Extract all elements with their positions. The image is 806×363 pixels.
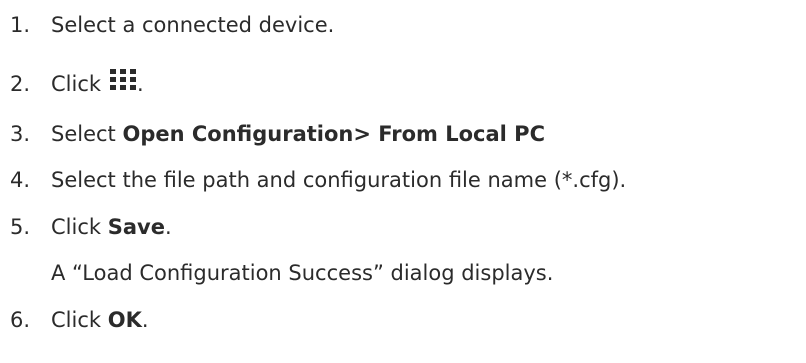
step-suffix: . [141, 308, 149, 332]
step-number: 1. [10, 13, 31, 37]
step-3: 3. Select Open Configuration> From Local… [10, 119, 545, 149]
menu-path-label: Open Configuration> From Local PC [122, 122, 545, 146]
step-suffix: . [164, 215, 172, 239]
step-prefix: Click [51, 72, 102, 96]
step-prefix: Select [51, 122, 116, 146]
step-prefix: Click [51, 215, 102, 239]
step-1: 1. Select a connected device. [10, 10, 334, 40]
step-text: Select a connected device. [51, 13, 335, 37]
step-number: 5. [10, 215, 31, 239]
step-text: Click Save. [51, 215, 172, 239]
grid-menu-icon [109, 68, 137, 90]
step-5: 5. Click Save. [10, 212, 172, 242]
step-suffix: . [137, 72, 144, 96]
step-number: 2. [10, 72, 31, 96]
step-prefix: Click [51, 308, 102, 332]
step-6: 6. Click OK. [10, 305, 149, 335]
step-text: Select Open Configuration> From Local PC [51, 122, 545, 146]
step-number: 4. [10, 168, 31, 192]
step-4: 4. Select the file path and configuratio… [10, 165, 626, 195]
step-number: 3. [10, 122, 31, 146]
step-text: Click OK. [51, 308, 149, 332]
save-label: Save [107, 215, 165, 239]
step-text: Select the file path and configuration f… [51, 168, 627, 192]
step-text: Click . [51, 69, 144, 96]
step-2: 2. Click . [10, 69, 144, 99]
ok-label: OK [107, 308, 142, 332]
step-number: 6. [10, 308, 31, 332]
instruction-step-list: 1. Select a connected device. 2. Click .… [0, 0, 806, 363]
step-5-result-note: A “Load Configuration Success” dialog di… [51, 261, 554, 285]
